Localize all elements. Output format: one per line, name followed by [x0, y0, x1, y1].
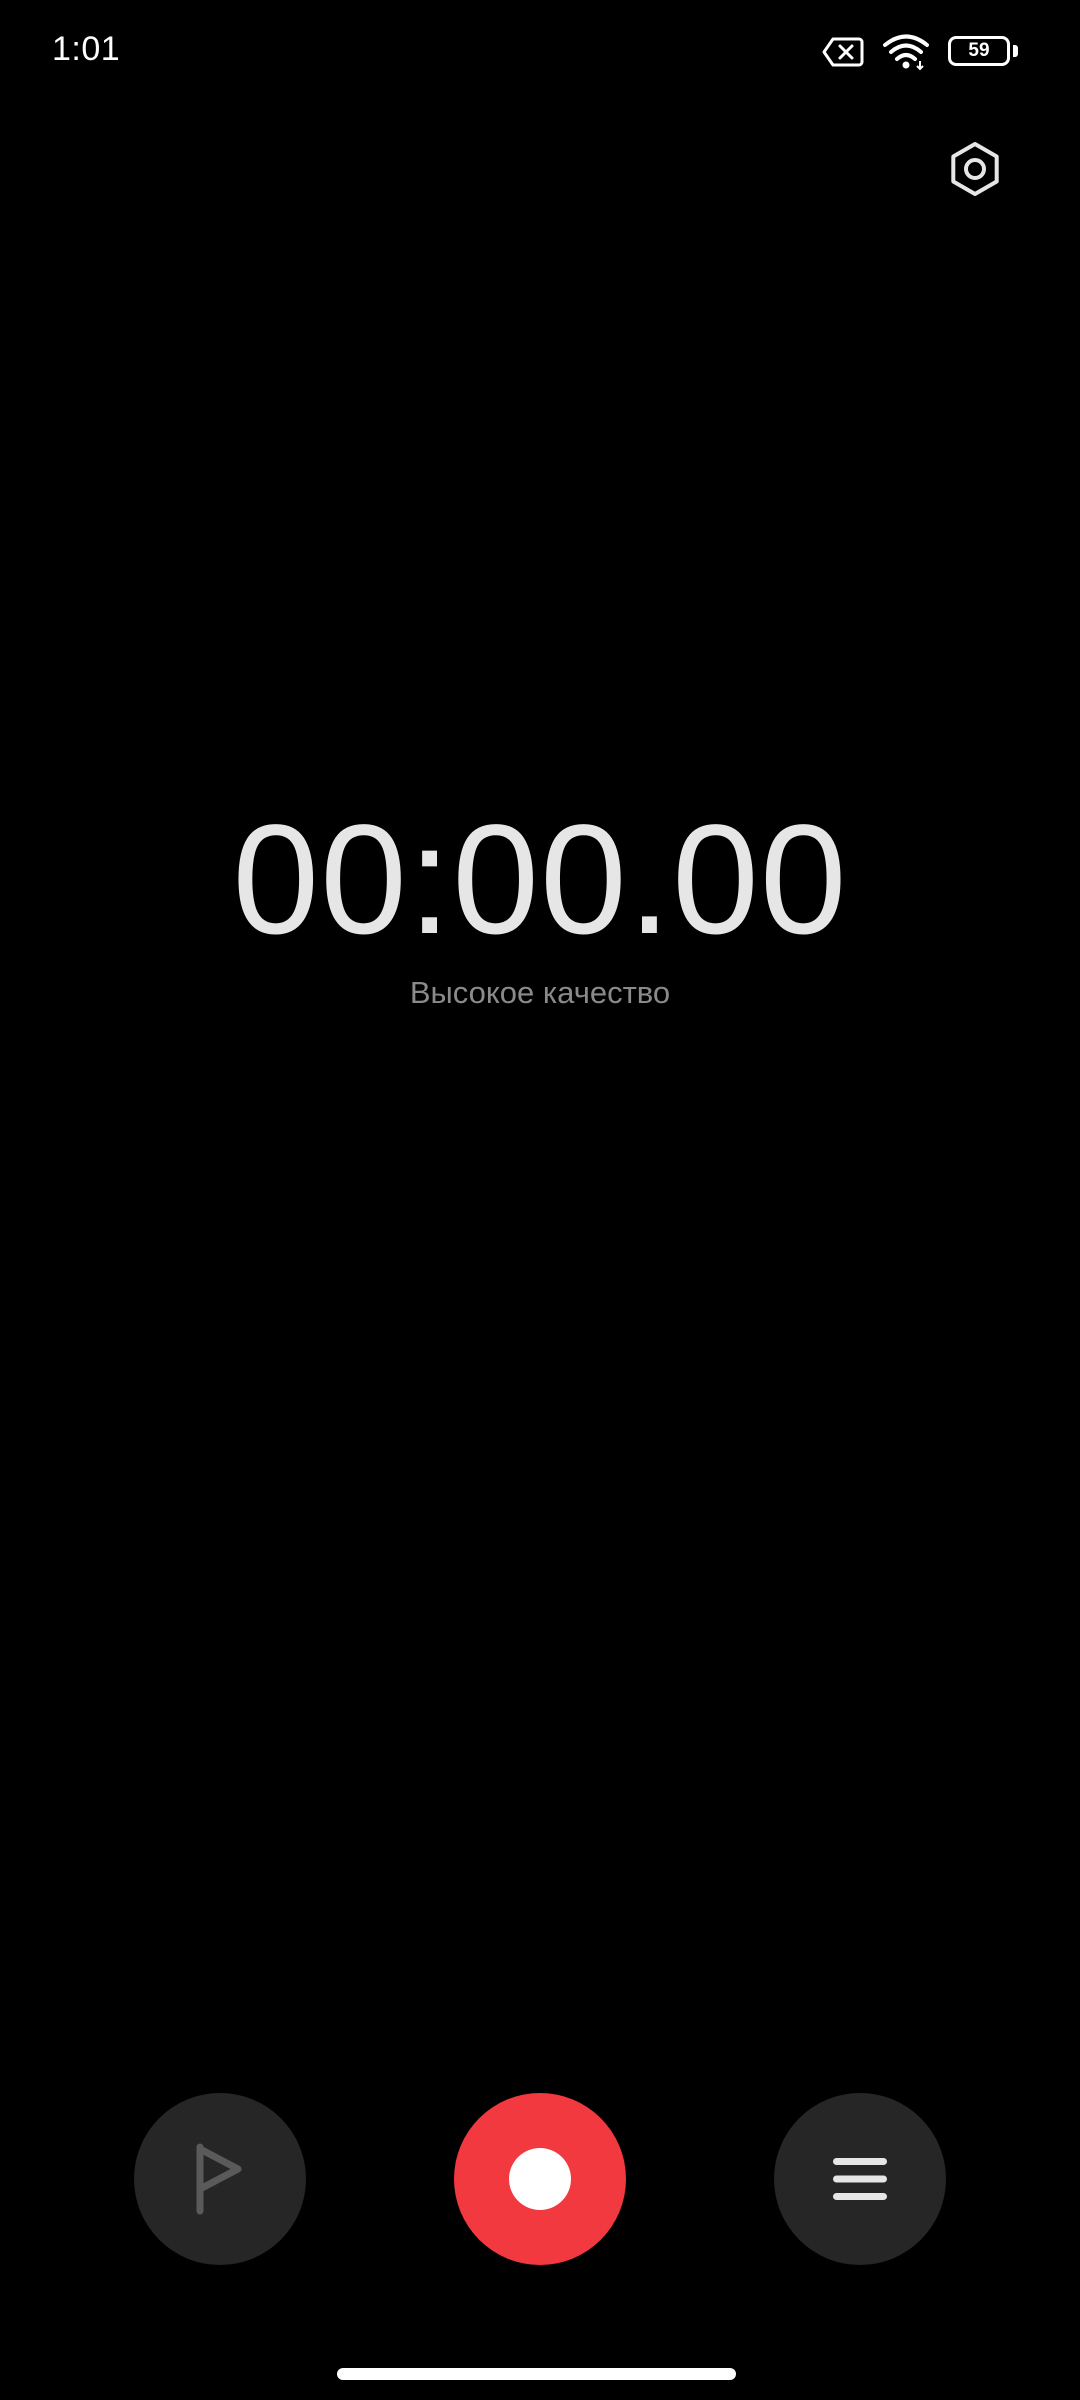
battery-level: 59 [968, 40, 990, 61]
flag-button[interactable] [134, 2093, 306, 2265]
settings-button[interactable] [942, 136, 1008, 202]
record-icon [509, 2148, 571, 2210]
flag-icon [196, 2143, 242, 2215]
recording-timer: 00:00.00 [232, 793, 848, 967]
list-icon [833, 2158, 887, 2200]
no-sim-icon [822, 37, 864, 67]
status-bar: 1:01 59 [0, 0, 1080, 104]
recordings-list-button[interactable] [774, 2093, 946, 2265]
battery-tip [1013, 45, 1018, 57]
record-button[interactable] [454, 2093, 626, 2265]
recording-quality-label[interactable]: Высокое качество [0, 973, 1080, 1013]
settings-hexagon-icon [951, 142, 999, 196]
status-time: 1:01 [52, 30, 121, 68]
home-indicator[interactable] [337, 2368, 736, 2380]
battery-icon: 59 [948, 36, 1018, 68]
status-icons: 59 [822, 30, 1018, 74]
wifi-icon [883, 34, 929, 71]
